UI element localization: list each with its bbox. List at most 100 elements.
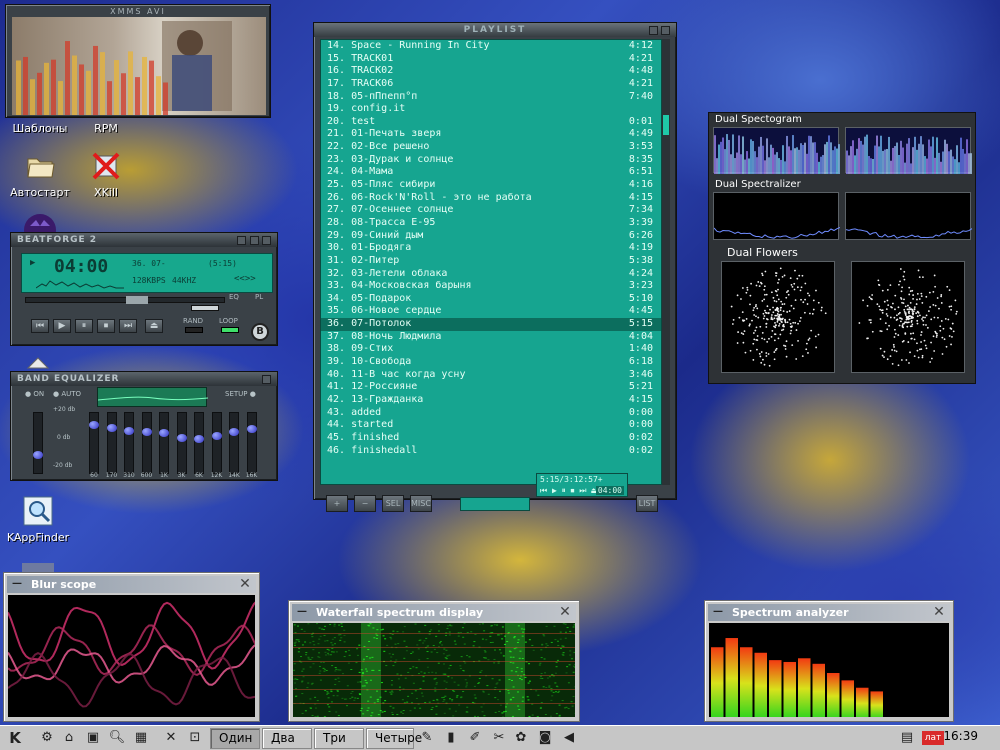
- playlist-row[interactable]: 18. 05-пПпепп°п 7:40: [321, 91, 661, 104]
- eq-band-slider[interactable]: [159, 412, 169, 474]
- eq-band-slider[interactable]: [106, 412, 117, 474]
- eq-band-knob[interactable]: [211, 432, 222, 441]
- close-button[interactable]: [262, 236, 271, 245]
- loop-toggle[interactable]: [221, 327, 239, 333]
- playlist-row[interactable]: 41. 12-Россияне 5:21: [321, 381, 661, 394]
- eq-band-slider[interactable]: [211, 412, 222, 474]
- playlist-row[interactable]: 40. 11-В час когда усну 3:46: [321, 369, 661, 382]
- playlist-row[interactable]: 25. 05-Пляс сибири 4:16: [321, 179, 661, 192]
- playlist-row[interactable]: 28. 08-Трасса Е-95 3:39: [321, 217, 661, 230]
- close-button[interactable]: [262, 375, 271, 384]
- desktop-icon-partial[interactable]: [20, 210, 60, 246]
- playlist-row[interactable]: 21. 01-Печать зверя 4:49: [321, 128, 661, 141]
- graphics-icon[interactable]: ✿: [512, 729, 530, 747]
- playlist-scroll-thumb[interactable]: [663, 115, 669, 135]
- blur-scope-window[interactable]: — Blur scope ✕: [3, 572, 260, 722]
- eq-on-toggle[interactable]: ● ON: [25, 390, 44, 398]
- desktop-icon-xkill[interactable]: XKill: [66, 150, 146, 199]
- network-icon[interactable]: ▤: [898, 729, 916, 747]
- volume-slider[interactable]: [191, 305, 219, 311]
- window-menu-icon[interactable]: —: [296, 606, 308, 618]
- tool-icon[interactable]: ✂: [490, 729, 508, 747]
- playlist-row[interactable]: 37. 08-Ночь Людмила 4:04: [321, 331, 661, 344]
- game-icon[interactable]: ◙: [536, 729, 554, 747]
- playlist-row[interactable]: 42. 13-Гражданка 4:15: [321, 394, 661, 407]
- playlist-row[interactable]: 38. 09-Стих 1:40: [321, 343, 661, 356]
- keyboard-layout-indicator[interactable]: лат: [922, 731, 944, 745]
- playlist-row[interactable]: 15. TRACK01 4:21: [321, 53, 661, 66]
- playlist-row[interactable]: 33. 04-Московская барыня 3:23: [321, 280, 661, 293]
- desktop-button-4[interactable]: Четыре: [366, 728, 422, 749]
- editor-icon[interactable]: ✎: [418, 729, 436, 747]
- eq-toggle[interactable]: EQ: [229, 293, 239, 301]
- beatforge-logo-icon[interactable]: B: [251, 323, 269, 341]
- shade-button[interactable]: [648, 26, 658, 35]
- playlist-row[interactable]: 44. started 0:00: [321, 419, 661, 432]
- playlist-row[interactable]: 36. 07-Потолок 5:15: [321, 318, 661, 331]
- pause-button[interactable]: ⏸: [75, 319, 93, 333]
- shade-button[interactable]: [249, 236, 259, 245]
- eq-band-knob[interactable]: [141, 428, 152, 437]
- misc-button[interactable]: MISC: [410, 495, 432, 512]
- playlist-row[interactable]: 19. config.it: [321, 103, 661, 116]
- blur-scope-titlebar[interactable]: — Blur scope ✕: [7, 576, 256, 593]
- playlist-track-list[interactable]: 14. Space - Running In City 4:12 15. TRACK…: [320, 39, 662, 485]
- next-button[interactable]: ⏭: [119, 319, 137, 333]
- package-icon[interactable]: ▦: [132, 729, 150, 747]
- playlist-mini-transport[interactable]: ⏮ ▶ ⏸ ⏹ ⏭ ⏏: [540, 486, 596, 496]
- playlist-row[interactable]: 35. 06-Новое сердце 4:45: [321, 305, 661, 318]
- eq-band-slider[interactable]: [246, 412, 257, 474]
- waterfall-titlebar[interactable]: — Waterfall spectrum display ✕: [292, 604, 576, 621]
- list-button[interactable]: LIST: [636, 495, 658, 512]
- desktop-button-2[interactable]: Два: [262, 728, 312, 749]
- playlist-row[interactable]: 22. 02-Все решено 3:53: [321, 141, 661, 154]
- equalizer-window[interactable]: BAND EQUALIZER ● ON ● AUTO SETUP ● +20 d…: [10, 371, 278, 481]
- eq-band-knob[interactable]: [159, 429, 169, 438]
- kill-icon[interactable]: ✕: [162, 729, 180, 747]
- eq-band-knob[interactable]: [89, 421, 99, 430]
- eq-band-slider[interactable]: [141, 412, 152, 474]
- battery-icon[interactable]: ▮: [442, 729, 460, 747]
- playlist-row[interactable]: 45. finished 0:02: [321, 432, 661, 445]
- minimize-button[interactable]: [237, 236, 246, 245]
- speaker-icon[interactable]: ◀: [560, 729, 578, 747]
- playlist-row[interactable]: 29. 09-Синий дым 6:26: [321, 230, 661, 243]
- play-button[interactable]: ▶: [53, 319, 71, 333]
- k-menu-icon[interactable]: K: [6, 729, 24, 747]
- playlist-row[interactable]: 24. 04-Мама 6:51: [321, 166, 661, 179]
- eject-button[interactable]: ⏏: [145, 319, 163, 333]
- pl-toggle[interactable]: PL: [255, 293, 263, 301]
- player-window[interactable]: BEATFORGE 2 ▶ 04:00 36. 07- (5:15) 128KB…: [10, 232, 278, 346]
- desktop-icon-rpm[interactable]: RPM: [66, 122, 146, 135]
- paint-icon[interactable]: ✐: [466, 729, 484, 747]
- eq-band-slider[interactable]: [176, 412, 187, 474]
- playlist-row[interactable]: 23. 03-Дурак и солнце 8:35: [321, 154, 661, 167]
- eq-band-slider[interactable]: [229, 412, 239, 474]
- home-icon[interactable]: ⌂: [60, 729, 78, 747]
- playlist-scrollbar[interactable]: [662, 39, 670, 485]
- rand-toggle[interactable]: [185, 327, 203, 333]
- playlist-row[interactable]: 43. added 0:00: [321, 407, 661, 420]
- eq-band-slider[interactable]: [124, 412, 134, 474]
- playlist-row[interactable]: 46. finishedall 0:02: [321, 445, 661, 458]
- desktop-button-1[interactable]: Один: [210, 728, 260, 749]
- seek-thumb[interactable]: [126, 296, 148, 304]
- eq-band-slider[interactable]: [194, 412, 204, 474]
- playlist-row[interactable]: 16. TRACK02 4:48: [321, 65, 661, 78]
- playlist-row[interactable]: 14. Space - Running In City 4:12: [321, 40, 661, 53]
- desktop-icon-kappfinder[interactable]: KAppFinder: [0, 495, 78, 544]
- eq-band-knob[interactable]: [124, 426, 134, 435]
- playlist-search-box[interactable]: [460, 497, 530, 511]
- eq-band-knob[interactable]: [194, 434, 204, 443]
- close-button[interactable]: [661, 26, 670, 35]
- previous-button[interactable]: ⏮: [31, 319, 49, 333]
- close-icon[interactable]: ✕: [238, 577, 252, 591]
- playlist-row[interactable]: 39. 10-Свобода 6:18: [321, 356, 661, 369]
- terminal-icon[interactable]: ▣: [84, 729, 102, 747]
- eq-band-knob[interactable]: [229, 428, 239, 437]
- eq-auto-toggle[interactable]: ● AUTO: [53, 390, 81, 398]
- lock-icon[interactable]: ⊡: [186, 729, 204, 747]
- close-icon[interactable]: ✕: [932, 605, 946, 619]
- seek-bar[interactable]: [25, 296, 225, 304]
- playlist-window[interactable]: PLAYLIST 14. Space - Running In City 4:12…: [313, 22, 677, 512]
